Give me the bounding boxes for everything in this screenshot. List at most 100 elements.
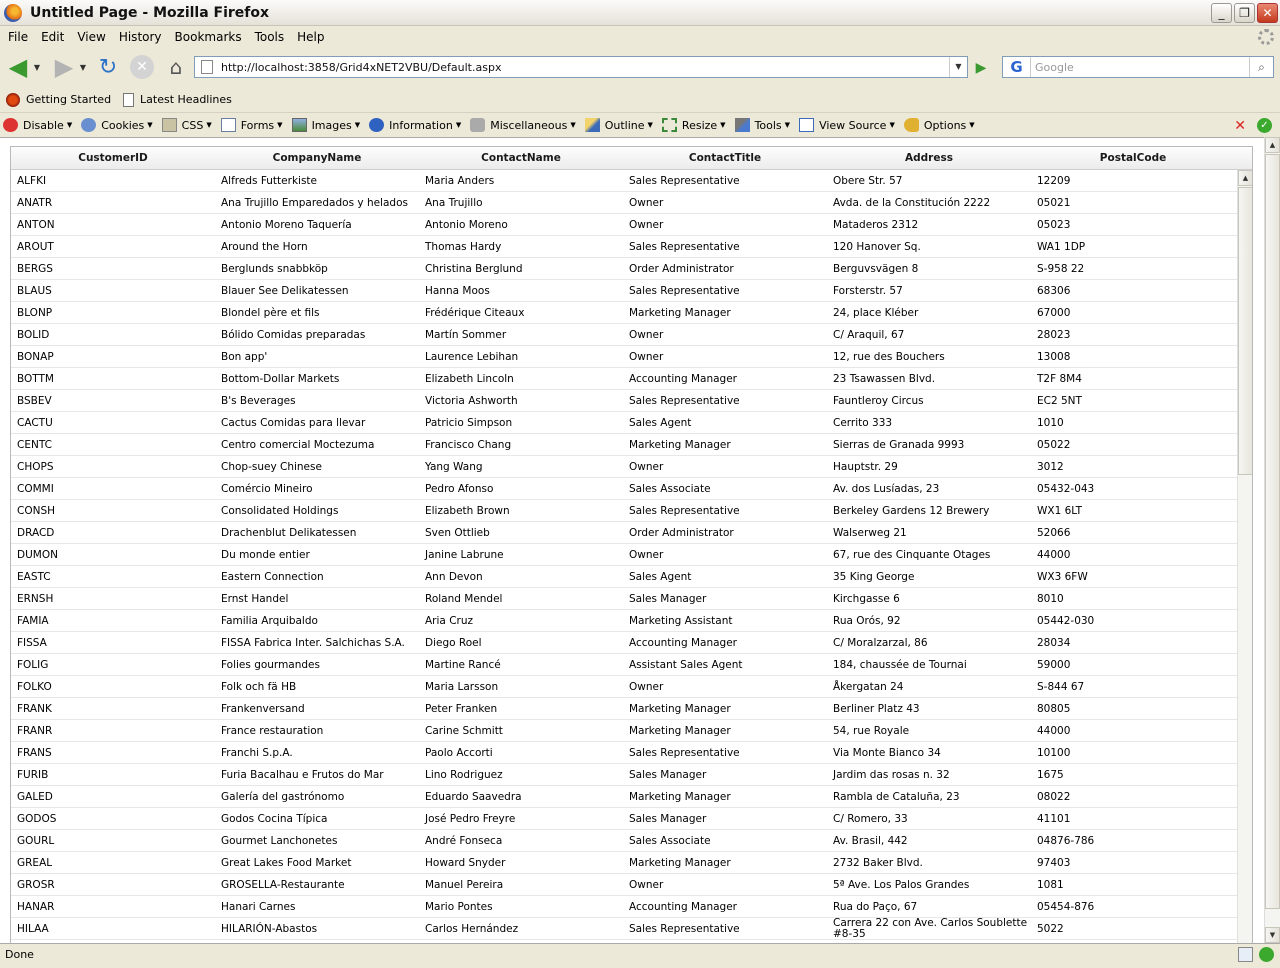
- maximize-button[interactable]: ❐: [1234, 3, 1255, 23]
- dev-tools-menu[interactable]: Tools ▼: [734, 118, 790, 132]
- table-row[interactable]: CHOPS Chop-suey Chinese Yang Wang Owner Haup…: [11, 456, 1237, 478]
- table-row[interactable]: ANATR Ana Trujillo Emparedados y helados A…: [11, 192, 1237, 214]
- table-row[interactable]: GREAL Great Lakes Food Market Howard Snyde…: [11, 852, 1237, 874]
- table-row[interactable]: FRANK Frankenversand Peter Franken Marketin…: [11, 698, 1237, 720]
- page-scrollbar[interactable]: ▲ ▼: [1264, 137, 1280, 943]
- column-header-companyname[interactable]: CompanyName: [215, 147, 419, 169]
- forward-history-dropdown-icon[interactable]: ▼: [78, 63, 88, 72]
- table-row[interactable]: BLONP Blondel père et fils Frédérique Cite…: [11, 302, 1237, 324]
- back-history-dropdown-icon[interactable]: ▼: [32, 63, 42, 72]
- table-row[interactable]: FRANS Franchi S.p.A. Paolo Accorti Sales Re…: [11, 742, 1237, 764]
- dev-cookies-menu[interactable]: Cookies ▼: [81, 118, 153, 132]
- table-row[interactable]: GALED Galería del gastrónomo Eduardo Saave…: [11, 786, 1237, 808]
- table-row[interactable]: BLAUS Blauer See Delikatessen Hanna Moos Sa…: [11, 280, 1237, 302]
- dev-forms-menu[interactable]: Forms ▼: [220, 118, 283, 132]
- table-row[interactable]: BOLID Bólido Comidas preparadas Martín Som…: [11, 324, 1237, 346]
- table-cell: EC2 5NT: [1037, 395, 1082, 407]
- bookmark-latest-headlines[interactable]: Latest Headlines: [123, 92, 232, 107]
- column-header-contactname[interactable]: ContactName: [419, 147, 623, 169]
- close-toolbar-icon[interactable]: ✕: [1234, 118, 1246, 134]
- search-bar[interactable]: G Google ⌕: [1002, 56, 1274, 78]
- table-row[interactable]: BONAP Bon app' Laurence Lebihan Owner 12, ru…: [11, 346, 1237, 368]
- table-row[interactable]: CENTC Centro comercial Moctezuma Francisco…: [11, 434, 1237, 456]
- table-row[interactable]: CONSH Consolidated Holdings Elizabeth Brow…: [11, 500, 1237, 522]
- dev-information-menu[interactable]: Information ▼: [369, 118, 461, 132]
- table-cell: Hauptstr. 29: [833, 461, 898, 473]
- table-row[interactable]: HILAA HILARIÓN-Abastos Carlos Hernández Sal…: [11, 918, 1237, 940]
- menu-file[interactable]: File: [3, 30, 33, 44]
- google-engine-icon[interactable]: G: [1003, 57, 1031, 77]
- table-cell: 08022: [1037, 791, 1071, 803]
- dev-images-menu[interactable]: Images ▼: [291, 118, 360, 132]
- scroll-down-icon[interactable]: ▼: [1265, 927, 1280, 943]
- menu-help[interactable]: Help: [292, 30, 329, 44]
- table-row[interactable]: ANTON Antonio Moreno Taquería Antonio More…: [11, 214, 1237, 236]
- validator-ok-icon[interactable]: [1259, 947, 1274, 962]
- column-header-contacttitle[interactable]: ContactTitle: [623, 147, 827, 169]
- grid-scrollbar[interactable]: ▲: [1237, 170, 1252, 943]
- table-row[interactable]: DRACD Drachenblut Delikatessen Sven Ottlie…: [11, 522, 1237, 544]
- table-cell: Marketing Manager: [629, 307, 731, 319]
- menu-view[interactable]: View: [72, 30, 110, 44]
- page-info-icon[interactable]: [1238, 947, 1253, 962]
- forward-arrow-icon[interactable]: ▶: [50, 52, 78, 82]
- table-row[interactable]: FRANR France restauration Carine Schmitt Ma…: [11, 720, 1237, 742]
- table-row[interactable]: BERGS Berglunds snabbköp Christina Berglun…: [11, 258, 1237, 280]
- menu-history[interactable]: History: [114, 30, 167, 44]
- table-row[interactable]: BSBEV B's Beverages Victoria Ashworth Sales…: [11, 390, 1237, 412]
- table-row[interactable]: FISSA FISSA Fabrica Inter. Salchichas S.A…: [11, 632, 1237, 654]
- table-cell: Maria Anders: [425, 175, 495, 187]
- go-arrow-icon[interactable]: ▶: [972, 59, 990, 77]
- table-row[interactable]: FURIB Furia Bacalhau e Frutos do Mar Lino …: [11, 764, 1237, 786]
- scroll-up-icon[interactable]: ▲: [1238, 170, 1252, 186]
- bookmark-getting-started[interactable]: Getting Started: [6, 92, 111, 107]
- grid-scroll-thumb[interactable]: [1238, 187, 1252, 475]
- table-row[interactable]: ALFKI Alfreds Futterkiste Maria Anders Sale…: [11, 170, 1237, 192]
- dev-disable-menu[interactable]: Disable ▼: [3, 118, 72, 132]
- table-cell: 35 King George: [833, 571, 915, 583]
- dev-css-menu[interactable]: CSS ▼: [161, 118, 212, 132]
- table-row[interactable]: GROSR GROSELLA-Restaurante Manuel Pereira O…: [11, 874, 1237, 896]
- table-row[interactable]: GODOS Godos Cocina Típica José Pedro Freyr…: [11, 808, 1237, 830]
- menu-edit[interactable]: Edit: [36, 30, 69, 44]
- dev-options-menu[interactable]: Options ▼: [903, 118, 975, 132]
- scroll-up-icon[interactable]: ▲: [1265, 137, 1280, 153]
- table-cell: Frédérique Citeaux: [425, 307, 525, 319]
- table-row[interactable]: EASTC Eastern Connection Ann Devon Sales Ag…: [11, 566, 1237, 588]
- table-row[interactable]: BOTTM Bottom-Dollar Markets Elizabeth Linc…: [11, 368, 1237, 390]
- table-cell: Peter Franken: [425, 703, 498, 715]
- column-header-customerid[interactable]: CustomerID: [11, 147, 215, 169]
- table-row[interactable]: ERNSH Ernst Handel Roland Mendel Sales Mana…: [11, 588, 1237, 610]
- table-row[interactable]: COMMI Comércio Mineiro Pedro Afonso Sales A…: [11, 478, 1237, 500]
- table-cell: Howard Snyder: [425, 857, 506, 869]
- table-row[interactable]: FOLKO Folk och fä HB Maria Larsson Owner Åke…: [11, 676, 1237, 698]
- dev-outline-menu[interactable]: Outline ▼: [584, 118, 653, 132]
- table-row[interactable]: FOLIG Folies gourmandes Martine Rancé Assis…: [11, 654, 1237, 676]
- table-row[interactable]: HANAR Hanari Carnes Mario Pontes Accounting…: [11, 896, 1237, 918]
- table-row[interactable]: CACTU Cactus Comidas para llevar Patricio …: [11, 412, 1237, 434]
- column-header-address[interactable]: Address: [827, 147, 1031, 169]
- page-scroll-thumb[interactable]: [1265, 154, 1280, 909]
- search-icon[interactable]: ⌕: [1249, 57, 1273, 77]
- stop-icon[interactable]: ✕: [130, 55, 154, 79]
- menu-bookmarks[interactable]: Bookmarks: [170, 30, 247, 44]
- dev-view-source-menu[interactable]: View Source ▼: [799, 118, 895, 132]
- search-input[interactable]: Google: [1035, 61, 1249, 74]
- url-bar[interactable]: http://localhost:3858/Grid4xNET2VBU/Defa…: [194, 56, 968, 78]
- back-arrow-icon[interactable]: ◀: [4, 52, 32, 82]
- table-row[interactable]: GOURL Gourmet Lanchonetes André Fonseca Sal…: [11, 830, 1237, 852]
- url-dropdown-icon[interactable]: ▼: [949, 57, 967, 77]
- minimize-button[interactable]: _: [1211, 3, 1232, 23]
- dev-resize-menu[interactable]: Resize ▼: [661, 118, 726, 132]
- home-icon[interactable]: ⌂: [162, 52, 190, 82]
- table-row[interactable]: DUMON Du monde entier Janine Labrune Owner 6…: [11, 544, 1237, 566]
- menu-tools[interactable]: Tools: [250, 30, 290, 44]
- table-row[interactable]: FAMIA Familia Arquibaldo Aria Cruz Marketin…: [11, 610, 1237, 632]
- table-row[interactable]: AROUT Around the Horn Thomas Hardy Sales Re…: [11, 236, 1237, 258]
- column-header-postalcode[interactable]: PostalCode: [1031, 147, 1235, 169]
- reload-icon[interactable]: ↻: [94, 52, 122, 82]
- validation-ok-icon[interactable]: ✓: [1257, 118, 1272, 133]
- close-button[interactable]: ✕: [1257, 3, 1278, 23]
- dev-miscellaneous-menu[interactable]: Miscellaneous ▼: [470, 118, 576, 132]
- url-text[interactable]: http://localhost:3858/Grid4xNET2VBU/Defa…: [221, 61, 501, 74]
